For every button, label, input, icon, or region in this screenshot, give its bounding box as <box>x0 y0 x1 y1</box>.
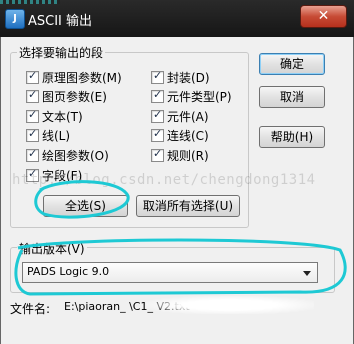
checkmark-icon[interactable] <box>151 108 164 123</box>
checkbox-label: 图页参数(E) <box>42 90 107 105</box>
checkbox-label: 元件(A) <box>167 109 209 124</box>
cancel-button[interactable]: 取消 <box>259 86 325 108</box>
checkbox-left-2[interactable]: 文本(T) <box>26 108 83 124</box>
close-icon: ✕ <box>317 8 330 24</box>
checkbox-right-2[interactable]: 元件(A) <box>151 108 209 124</box>
checkmark-icon[interactable] <box>26 147 39 162</box>
title-bar[interactable]: J ASCII 输出 ✕ <box>0 0 354 37</box>
checkmark-icon[interactable] <box>151 88 164 104</box>
checkmark-icon[interactable] <box>151 127 164 143</box>
checkbox-label: 连线(C) <box>167 129 209 144</box>
ok-button[interactable]: 确定 <box>259 53 325 75</box>
help-button[interactable]: 帮助(H) <box>259 126 325 148</box>
section-group-title: 选择要输出的段 <box>17 44 106 61</box>
titlebar-decoration <box>0 0 60 4</box>
checkbox-label: 绘图参数(O) <box>42 148 109 163</box>
checkbox-right-3[interactable]: 连线(C) <box>151 127 209 144</box>
file-name-label: 文件名: <box>10 302 51 316</box>
checkbox-label: 原理图参数(M) <box>42 70 122 85</box>
checkbox-label: 元件类型(P) <box>167 90 232 105</box>
version-select[interactable]: PADS Logic 9.0 <box>22 262 318 283</box>
select-all-button[interactable]: 全选(S) <box>43 195 128 217</box>
checkbox-left-0[interactable]: 原理图参数(M) <box>26 69 122 85</box>
checkbox-left-1[interactable]: 图页参数(E) <box>26 88 107 105</box>
close-button[interactable]: ✕ <box>300 5 347 28</box>
checkmark-icon[interactable] <box>26 88 39 104</box>
version-select-value: PADS Logic 9.0 <box>27 265 110 278</box>
deselect-all-button[interactable]: 取消所有选择(U) <box>136 195 240 217</box>
redaction-blur <box>146 296 314 314</box>
checkbox-left-4[interactable]: 绘图参数(O) <box>26 147 109 163</box>
checkmark-icon[interactable] <box>26 108 39 123</box>
version-group-title: 输出版本(V) <box>17 240 87 257</box>
checkmark-icon[interactable] <box>151 147 164 162</box>
checkbox-left-3[interactable]: 线(L) <box>26 127 71 144</box>
window-title: ASCII 输出 <box>28 14 93 29</box>
checkbox-label: 规则(R) <box>167 148 209 163</box>
checkbox-right-4[interactable]: 规则(R) <box>151 147 209 163</box>
checkbox-right-0[interactable]: 封装(D) <box>151 69 210 85</box>
checkbox-label: 文本(T) <box>42 109 83 124</box>
checkbox-right-1[interactable]: 元件类型(P) <box>151 88 232 105</box>
app-icon: J <box>5 9 25 29</box>
checkbox-label: 封装(D) <box>167 70 210 85</box>
watermark-text: http://blog.csdn.net/chengdong1314 <box>12 172 316 188</box>
checkmark-icon[interactable] <box>26 69 39 84</box>
checkmark-icon[interactable] <box>26 127 39 143</box>
chevron-down-icon[interactable] <box>303 271 311 276</box>
checkbox-label: 线(L) <box>42 129 71 144</box>
checkmark-icon[interactable] <box>151 69 164 84</box>
